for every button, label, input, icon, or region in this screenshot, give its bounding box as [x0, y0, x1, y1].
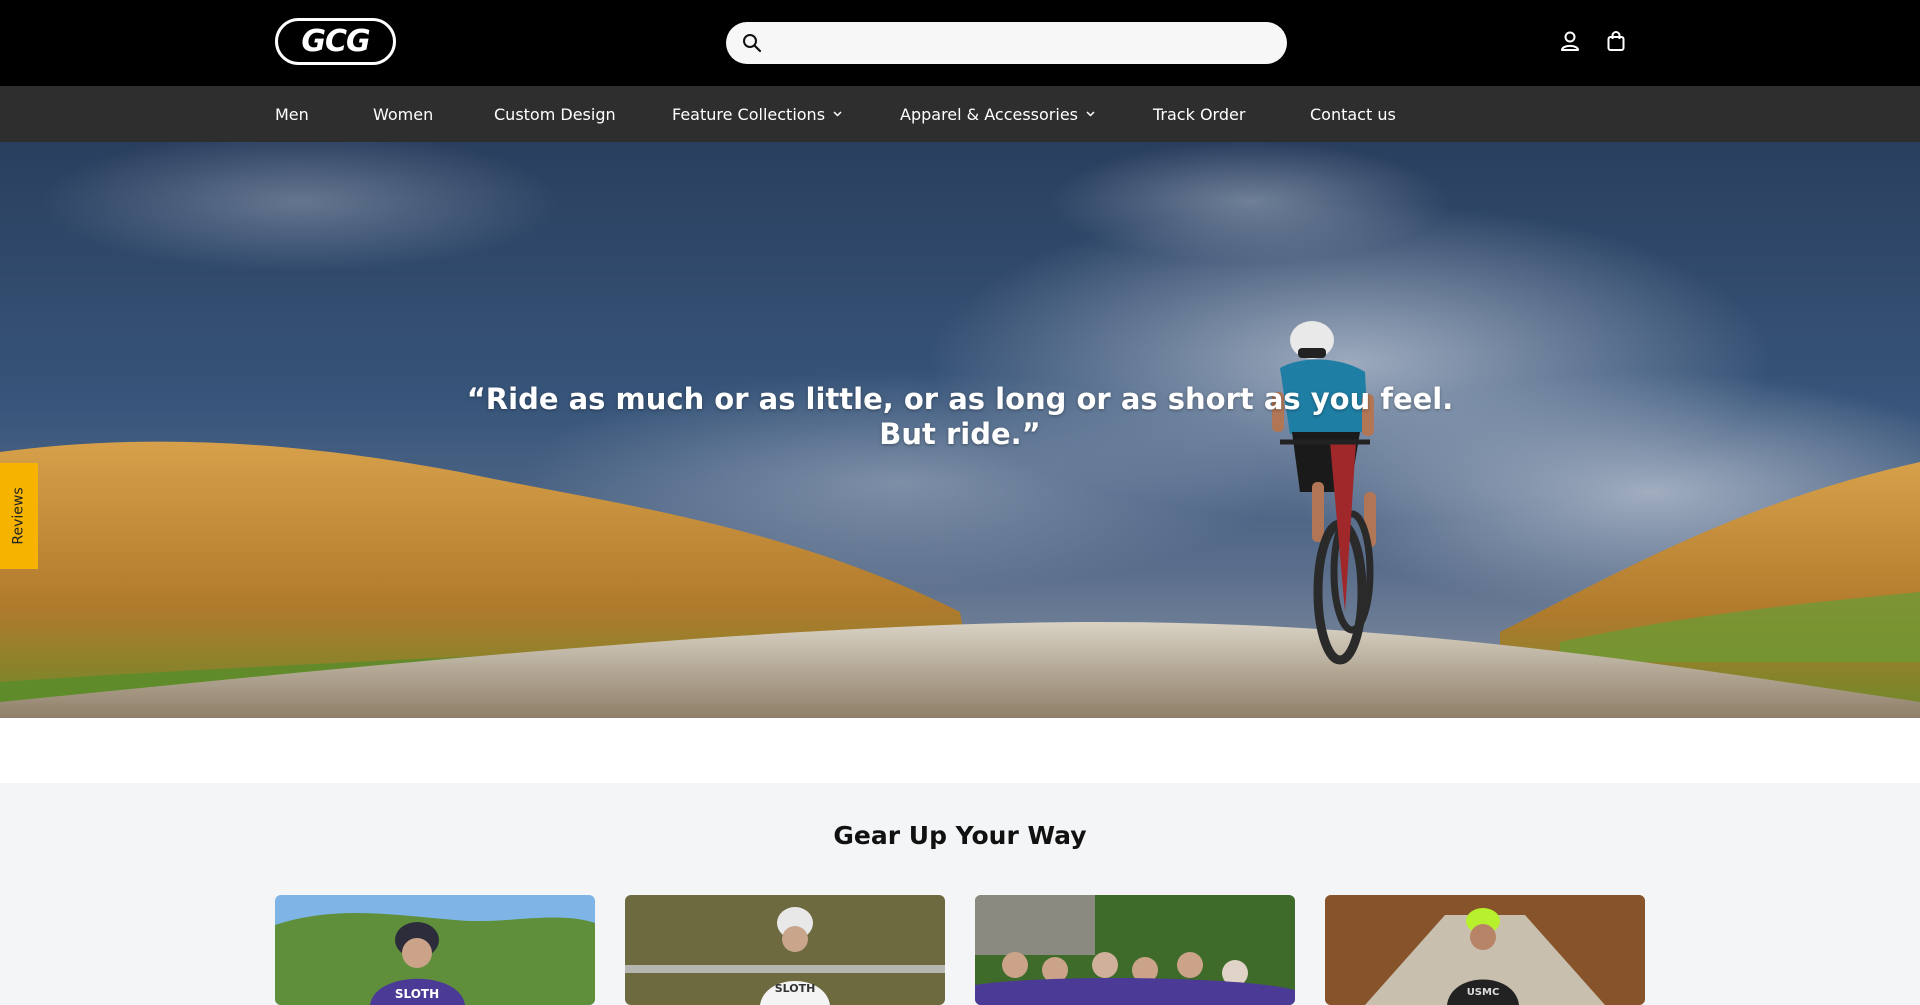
- nav-item-track-order[interactable]: Track Order: [1153, 86, 1245, 142]
- logo-text: GCG: [301, 24, 370, 59]
- nav-item-feature-collections[interactable]: Feature Collections: [672, 86, 842, 142]
- product-card[interactable]: SLOTH: [625, 895, 945, 1005]
- nav-item-men[interactable]: Men: [275, 86, 309, 142]
- nav-item-women[interactable]: Women: [373, 86, 433, 142]
- main-nav: Men Women Custom Design Feature Collecti…: [0, 86, 1920, 142]
- chevron-down-icon: [1086, 109, 1095, 120]
- product-card[interactable]: SLOTH: [275, 895, 595, 1005]
- product-card-image: USMC: [1325, 895, 1645, 1005]
- nav-item-apparel-accessories[interactable]: Apparel & Accessories: [900, 86, 1095, 142]
- hero-quote: “Ride as much or as little, or as long o…: [0, 382, 1920, 452]
- search-input[interactable]: [762, 22, 1287, 64]
- nav-label: Custom Design: [494, 104, 616, 124]
- nav-label: Track Order: [1153, 104, 1246, 124]
- cart-icon[interactable]: [1604, 29, 1628, 53]
- account-icon[interactable]: [1558, 29, 1582, 53]
- reviews-tab-label: Reviews: [11, 487, 27, 545]
- svg-text:SLOTH: SLOTH: [395, 987, 439, 1001]
- product-card-image: [975, 895, 1295, 1005]
- nav-label: Men: [275, 104, 309, 124]
- search-bar[interactable]: [726, 22, 1287, 64]
- nav-label: Feature Collections: [672, 104, 826, 124]
- header-bar: GCG: [0, 0, 1920, 86]
- spacer-band: [0, 718, 1920, 783]
- hero-quote-line1: “Ride as much or as little, or as long o…: [466, 382, 1454, 416]
- section-title: Gear Up Your Way: [833, 821, 1087, 850]
- svg-text:SLOTH: SLOTH: [775, 982, 816, 995]
- nav-label: Apparel & Accessories: [900, 104, 1078, 124]
- nav-label: Contact us: [1310, 104, 1396, 124]
- chevron-down-icon: [833, 109, 842, 120]
- product-card-image: SLOTH: [625, 895, 945, 1005]
- hero-banner: “Ride as much or as little, or as long o…: [0, 142, 1920, 718]
- nav-label: Women: [373, 104, 434, 124]
- product-card-image: SLOTH: [275, 895, 595, 1005]
- nav-item-custom-design[interactable]: Custom Design: [494, 86, 616, 142]
- search-icon[interactable]: [742, 33, 762, 53]
- site-logo[interactable]: GCG: [275, 18, 396, 65]
- product-card[interactable]: USMC: [1325, 895, 1645, 1005]
- reviews-tab[interactable]: Reviews: [0, 463, 38, 569]
- hero-quote-line2: But ride.”: [879, 417, 1041, 451]
- nav-item-contact-us[interactable]: Contact us: [1310, 86, 1396, 142]
- product-card[interactable]: [975, 895, 1295, 1005]
